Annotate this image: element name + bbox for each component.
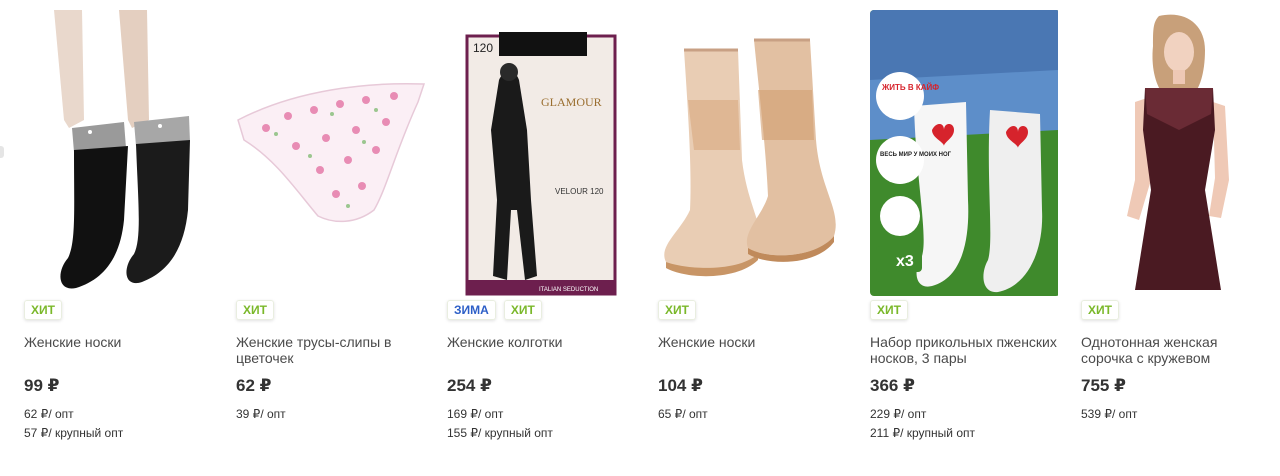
bulk-wholesale-price: 211 ₽/ крупный опт xyxy=(870,426,976,440)
hit-badge: ХИТ xyxy=(870,300,908,320)
product-image-panties-floral[interactable] xyxy=(236,10,426,296)
hit-badge: ХИТ xyxy=(503,300,542,320)
product-card[interactable]: ХИТ Женские трусы-слипы в цветочек 62 ₽ … xyxy=(236,0,431,476)
product-name[interactable]: Однотонная женская сорочка с кружевом xyxy=(1081,334,1271,366)
wholesale-price: 39 ₽/ опт xyxy=(236,407,286,421)
product-card[interactable]: ХИТ Женские носки 99 ₽ 62 ₽/ опт 57 ₽/ к… xyxy=(24,0,219,476)
wholesale-price: 169 ₽/ опт xyxy=(447,407,504,421)
circle-text-1: ЖИТЬ В КАЙФ xyxy=(881,83,939,92)
product-card[interactable]: ХИТ Женские носки 104 ₽ 65 ₽/ опт xyxy=(658,0,853,476)
bulk-wholesale-price: 155 ₽/ крупный опт xyxy=(447,426,553,440)
product-image-socks-black[interactable] xyxy=(24,10,214,296)
product-card[interactable]: ЖИТЬ В КАЙФ ВЕСЬ МИР У МОИХ НОГ x3 ХИТ Н… xyxy=(870,0,1065,476)
wholesale-price: 229 ₽/ опт xyxy=(870,407,927,421)
product-card[interactable]: 120 GLAMOUR VELOUR 120 ITALIAN SEDUCTION… xyxy=(447,0,642,476)
product-image-nightgown[interactable] xyxy=(1081,10,1271,296)
badge-list: ХИТ xyxy=(236,300,274,320)
hit-badge: ХИТ xyxy=(658,300,696,320)
hit-badge: ХИТ xyxy=(24,300,62,320)
winter-badge: ЗИМА xyxy=(447,300,496,320)
product-grid: ХИТ Женские носки 99 ₽ 62 ₽/ опт 57 ₽/ к… xyxy=(0,0,1280,476)
package-model: VELOUR 120 xyxy=(555,187,604,196)
product-price: 62 ₽ xyxy=(236,376,272,395)
badge-list: ХИТ xyxy=(24,300,62,320)
package-brand: GLAMOUR xyxy=(541,95,602,109)
product-name[interactable]: Женские носки xyxy=(24,334,214,350)
badge-list: ХИТ xyxy=(1081,300,1119,320)
product-price: 99 ₽ xyxy=(24,376,60,395)
package-tagline: ITALIAN SEDUCTION xyxy=(539,287,598,293)
product-image-socks-beige[interactable] xyxy=(658,10,848,296)
product-image-socks-set[interactable]: ЖИТЬ В КАЙФ ВЕСЬ МИР У МОИХ НОГ x3 xyxy=(870,10,1060,296)
product-price: 254 ₽ xyxy=(447,376,492,395)
bulk-wholesale-price: 57 ₽/ крупный опт xyxy=(24,426,124,440)
package-density: 120 xyxy=(473,41,493,55)
badge-list: ЗИМА ХИТ xyxy=(447,300,542,320)
product-price: 366 ₽ xyxy=(870,376,915,395)
wholesale-price: 65 ₽/ опт xyxy=(658,407,708,421)
pack-count: x3 xyxy=(896,253,914,270)
hit-badge: ХИТ xyxy=(1081,300,1119,320)
product-price: 104 ₽ xyxy=(658,376,703,395)
product-name[interactable]: Женские колготки xyxy=(447,334,637,350)
wholesale-price: 62 ₽/ опт xyxy=(24,407,74,421)
hit-badge: ХИТ xyxy=(236,300,274,320)
product-price: 755 ₽ xyxy=(1081,376,1126,395)
wholesale-price: 539 ₽/ опт xyxy=(1081,407,1138,421)
product-image-tights-package[interactable]: 120 GLAMOUR VELOUR 120 ITALIAN SEDUCTION xyxy=(447,10,637,296)
product-card[interactable]: ХИТ Однотонная женская сорочка с кружево… xyxy=(1081,0,1276,476)
badge-list: ХИТ xyxy=(870,300,908,320)
product-name[interactable]: Набор прикольных пженских носков, 3 пары xyxy=(870,334,1060,366)
product-name[interactable]: Женские трусы-слипы в цветочек xyxy=(236,334,426,366)
product-name[interactable]: Женские носки xyxy=(658,334,848,350)
circle-text-2: ВЕСЬ МИР У МОИХ НОГ xyxy=(880,152,952,158)
badge-list: ХИТ xyxy=(658,300,696,320)
